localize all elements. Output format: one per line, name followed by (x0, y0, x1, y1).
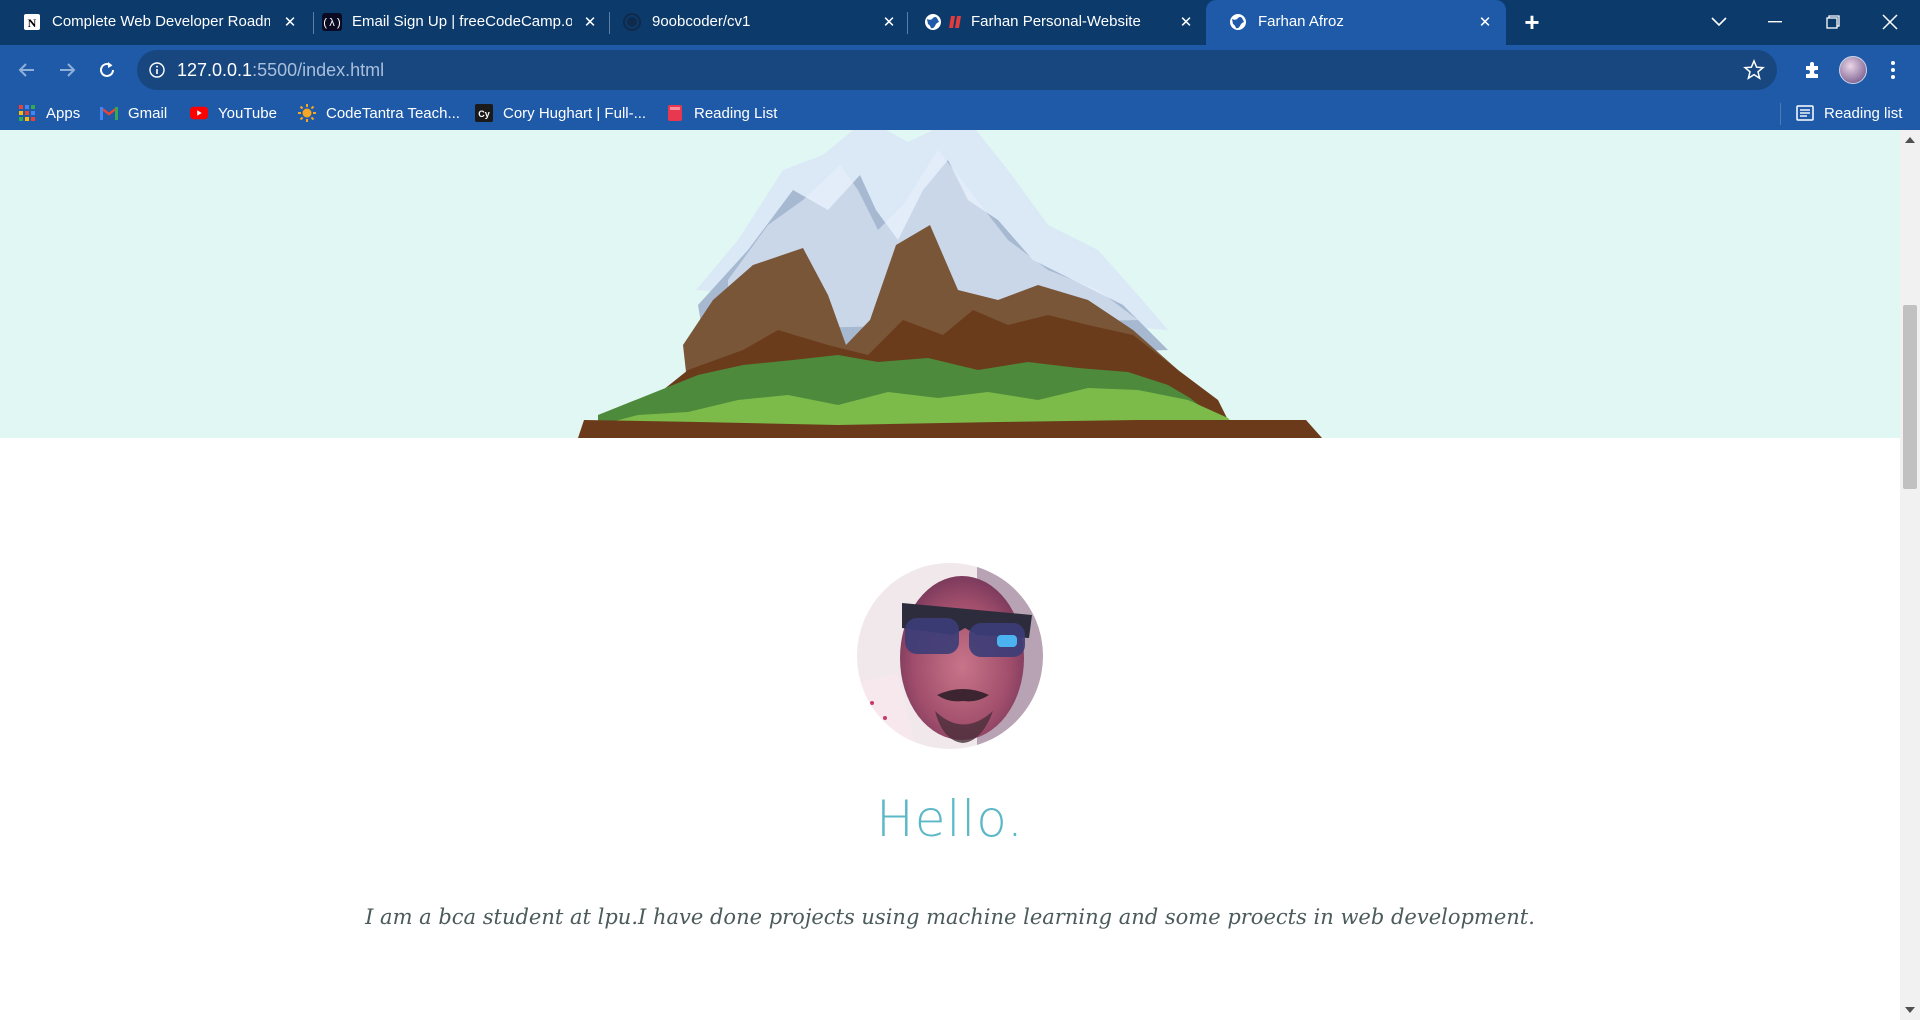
codetantra-icon (298, 104, 316, 122)
url-host: 127.0.0.1 (177, 60, 253, 80)
bookmark-label: Cory Hughart | Full-... (503, 104, 647, 122)
bookmark-cory-hughart[interactable]: Cy Cory Hughart | Full-... (475, 103, 646, 123)
bookmarks-bar: Apps Gmail YouTube CodeTantra Teach... C… (0, 95, 1920, 130)
back-icon[interactable] (10, 53, 44, 87)
bookmark-label: CodeTantra Teach... (326, 104, 460, 122)
about-text: I am a bca student at lpu.I have done pr… (365, 905, 1535, 929)
new-tab-button[interactable]: + (1517, 7, 1547, 37)
close-tab-icon[interactable]: ✕ (1474, 11, 1496, 33)
bookmark-gmail[interactable]: Gmail (100, 103, 167, 123)
page-scrollbar[interactable] (1900, 130, 1920, 1020)
bookmark-codetantra[interactable]: CodeTantra Teach... (298, 103, 460, 123)
url-path: :5500/index.html (252, 60, 385, 80)
close-tab-icon[interactable]: ✕ (878, 11, 900, 33)
notion-icon: N (22, 12, 42, 32)
github-icon (622, 12, 642, 32)
tab-strip: N Complete Web Developer Roadm ✕ (λ) Ema… (0, 0, 1920, 45)
hero-banner (0, 130, 1900, 438)
url-text: 127.0.0.1:5500/index.html (177, 60, 384, 80)
tab-search-chevron-icon[interactable] (1704, 8, 1734, 36)
svg-text:(λ): (λ) (322, 18, 342, 30)
svg-text:Cy: Cy (478, 109, 490, 119)
tab-title: Complete Web Developer Roadm (52, 13, 270, 30)
tab-roadmap[interactable]: N Complete Web Developer Roadm ✕ (0, 0, 300, 45)
scrollbar-thumb[interactable] (1903, 305, 1917, 489)
reload-icon[interactable] (90, 53, 124, 87)
mountain-illustration (578, 130, 1322, 438)
apps-grid-icon (18, 104, 36, 122)
globe-icon (1228, 12, 1248, 32)
youtube-icon (190, 104, 208, 122)
forward-icon[interactable] (50, 53, 84, 87)
restore-icon[interactable] (1818, 8, 1848, 36)
page-viewport: Hello. I am a bca student at lpu.I have … (0, 130, 1900, 1020)
scroll-down-arrow-icon[interactable] (1900, 1000, 1920, 1020)
heart-logo-icon (949, 12, 963, 32)
reading-list-label: Reading list (1824, 104, 1903, 122)
freecodecamp-icon: (λ) (322, 12, 342, 32)
browser-toolbar: 127.0.0.1:5500/index.html Apps Gmail You… (0, 45, 1920, 130)
gmail-icon (100, 104, 118, 122)
site-info-icon[interactable] (149, 62, 165, 78)
bookmarks-divider (1780, 103, 1781, 125)
tab-title: Email Sign Up | freeCodeCamp.or (352, 13, 572, 30)
bookmark-label: Reading List (694, 104, 778, 122)
profile-photo (857, 563, 1043, 749)
minimize-icon[interactable] (1760, 8, 1790, 36)
tab-title: Farhan Personal-Website (971, 13, 1141, 30)
bookmark-youtube[interactable]: YouTube (190, 103, 277, 123)
book-icon (666, 104, 684, 122)
svg-text:N: N (28, 16, 37, 30)
bookmark-apps[interactable]: Apps (18, 103, 80, 123)
menu-kebab-icon[interactable] (1876, 53, 1910, 87)
avatar-image (1839, 56, 1867, 84)
globe-icon (923, 12, 943, 32)
close-tab-icon[interactable]: ✕ (1175, 11, 1197, 33)
close-tab-icon[interactable]: ✕ (279, 11, 301, 33)
tab-github[interactable]: 9oobcoder/cv1 ✕ (600, 0, 900, 45)
bookmark-label: YouTube (218, 104, 277, 122)
reading-list-icon (1796, 104, 1814, 122)
greeting-heading: Hello. (876, 790, 1024, 848)
tab-personal-website[interactable]: Farhan Personal-Website ✕ (907, 0, 1207, 45)
close-tab-icon[interactable]: ✕ (579, 11, 601, 33)
bookmark-star-icon[interactable] (1743, 59, 1765, 81)
tab-title: 9oobcoder/cv1 (652, 13, 751, 30)
bookmark-label: Gmail (128, 104, 168, 122)
bookmark-label: Apps (46, 104, 81, 122)
extensions-icon[interactable] (1795, 53, 1829, 87)
close-window-icon[interactable] (1875, 8, 1905, 36)
reading-list-button[interactable]: Reading list (1796, 103, 1902, 123)
profile-avatar[interactable] (1836, 53, 1870, 87)
scroll-up-arrow-icon[interactable] (1900, 130, 1920, 150)
address-bar[interactable]: 127.0.0.1:5500/index.html (137, 50, 1777, 90)
tab-freecodecamp[interactable]: (λ) Email Sign Up | freeCodeCamp.or ✕ (300, 0, 600, 45)
tab-farhan-afroz[interactable]: Farhan Afroz ✕ (1206, 0, 1506, 45)
tab-title: Farhan Afroz (1258, 13, 1344, 30)
bookmark-reading-list[interactable]: Reading List (666, 103, 777, 123)
cory-icon: Cy (475, 104, 493, 122)
